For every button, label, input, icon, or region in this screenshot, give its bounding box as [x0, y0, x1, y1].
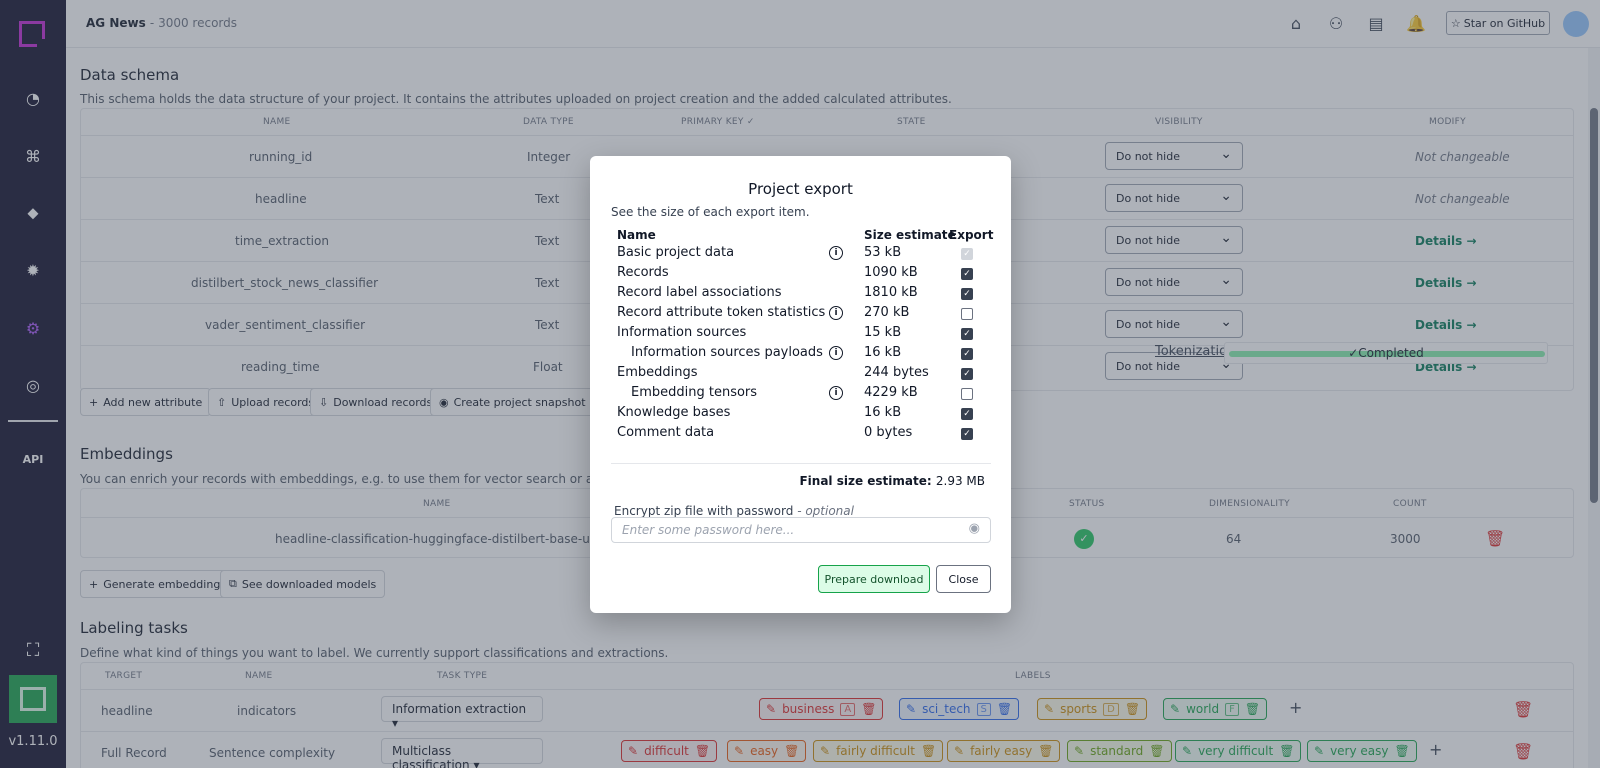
export-item-row: Knowledge bases 16 kB ✓ [590, 405, 1011, 425]
export-item-size: 1090 kB [864, 265, 918, 280]
export-item-name: Embeddings [617, 365, 698, 380]
encrypt-label-text: Encrypt zip file with password [614, 504, 794, 518]
export-item-row: Embeddings 244 bytes ✓ [590, 365, 1011, 385]
password-input[interactable]: Enter some password here... ◉ [611, 517, 991, 543]
col-export-name: Name [617, 228, 656, 242]
export-item-size: 16 kB [864, 345, 902, 360]
export-item-row: Information sources 15 kB ✓ [590, 325, 1011, 345]
modal-divider [611, 463, 991, 464]
export-item-size: 1810 kB [864, 285, 918, 300]
export-item-name: Information sources payloads [631, 345, 823, 360]
export-item-row: Embedding tensors i 4229 kB [590, 385, 1011, 405]
eye-icon[interactable]: ◉ [969, 521, 980, 536]
password-placeholder: Enter some password here... [622, 523, 795, 537]
export-item-size: 270 kB [864, 305, 910, 320]
modal-description: See the size of each export item. [611, 205, 810, 219]
export-item-name: Record attribute token statistics [617, 305, 826, 320]
export-checkbox[interactable]: ✓ [961, 368, 973, 380]
export-item-row: Comment data 0 bytes ✓ [590, 425, 1011, 445]
final-size-label: Final size estimate: [799, 474, 932, 488]
final-size-value: 2.93 MB [935, 474, 985, 488]
export-checkbox[interactable]: ✓ [961, 328, 973, 340]
modal-title: Project export [748, 180, 853, 198]
export-item-row: Record attribute token statistics i 270 kB [590, 305, 1011, 325]
export-item-name: Comment data [617, 425, 715, 440]
export-item-row: Basic project data i 53 kB ✓ [590, 245, 1011, 265]
export-item-size: 4229 kB [864, 385, 918, 400]
col-export-export: Export [949, 228, 994, 242]
export-checkbox[interactable]: ✓ [961, 288, 973, 300]
export-checkbox[interactable]: ✓ [961, 348, 973, 360]
info-icon[interactable]: i [829, 346, 843, 360]
final-size-estimate: Final size estimate: 2.93 MB [799, 474, 985, 488]
export-item-row: Information sources payloads i 16 kB ✓ [590, 345, 1011, 365]
export-item-name: Information sources [617, 325, 747, 340]
export-item-name: Record label associations [617, 285, 782, 300]
project-export-modal: Project export See the size of each expo… [590, 156, 1011, 613]
encrypt-label: Encrypt zip file with password - optiona… [614, 504, 854, 518]
export-checkbox[interactable] [961, 308, 973, 320]
export-checkbox[interactable]: ✓ [961, 268, 973, 280]
export-item-row: Records 1090 kB ✓ [590, 265, 1011, 285]
export-checkbox[interactable]: ✓ [961, 408, 973, 420]
export-checkbox[interactable] [961, 388, 973, 400]
export-checkbox: ✓ [961, 248, 973, 260]
export-item-size: 244 bytes [864, 365, 929, 380]
encrypt-optional: - optional [797, 504, 854, 518]
info-icon[interactable]: i [829, 306, 843, 320]
export-item-name: Records [617, 265, 669, 280]
close-button[interactable]: Close [936, 565, 991, 593]
export-checkbox[interactable]: ✓ [961, 428, 973, 440]
export-item-size: 0 bytes [864, 425, 913, 440]
export-item-size: 16 kB [864, 405, 902, 420]
export-item-name: Embedding tensors [631, 385, 758, 400]
export-item-size: 15 kB [864, 325, 902, 340]
prepare-download-button[interactable]: Prepare download [818, 565, 930, 593]
export-item-size: 53 kB [864, 245, 902, 260]
info-icon[interactable]: i [829, 246, 843, 260]
info-icon[interactable]: i [829, 386, 843, 400]
export-item-name: Knowledge bases [617, 405, 731, 420]
export-item-name: Basic project data [617, 245, 735, 260]
export-item-row: Record label associations 1810 kB ✓ [590, 285, 1011, 305]
col-export-size: Size estimate [864, 228, 956, 242]
